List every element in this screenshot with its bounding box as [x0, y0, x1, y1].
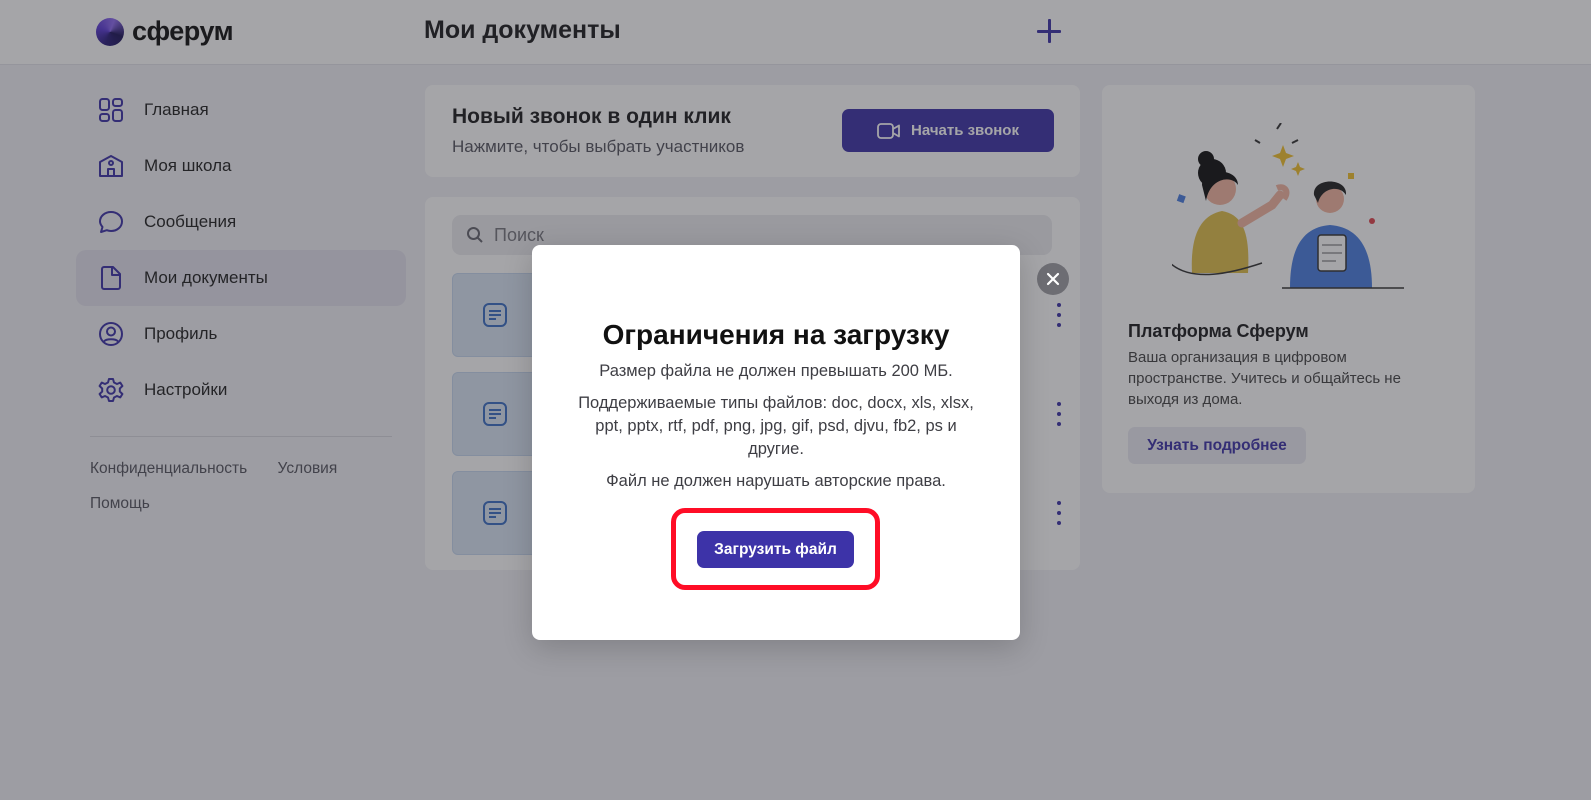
modal-title: Ограничения на загрузку: [602, 319, 950, 350]
close-icon: [1046, 272, 1060, 286]
file-size-limit-text: Размер файла не должен превышать 200 МБ.: [599, 362, 953, 380]
upload-file-button[interactable]: Загрузить файл: [697, 531, 854, 568]
supported-types-text: Поддерживаемые типы файлов: doc, docx, x…: [578, 394, 974, 458]
upload-limits-modal: Ограничения на загрузку Размер файла не …: [532, 245, 1020, 640]
modal-close-button[interactable]: [1037, 263, 1069, 295]
copyright-text: Файл не должен нарушать авторские права.: [606, 472, 946, 490]
